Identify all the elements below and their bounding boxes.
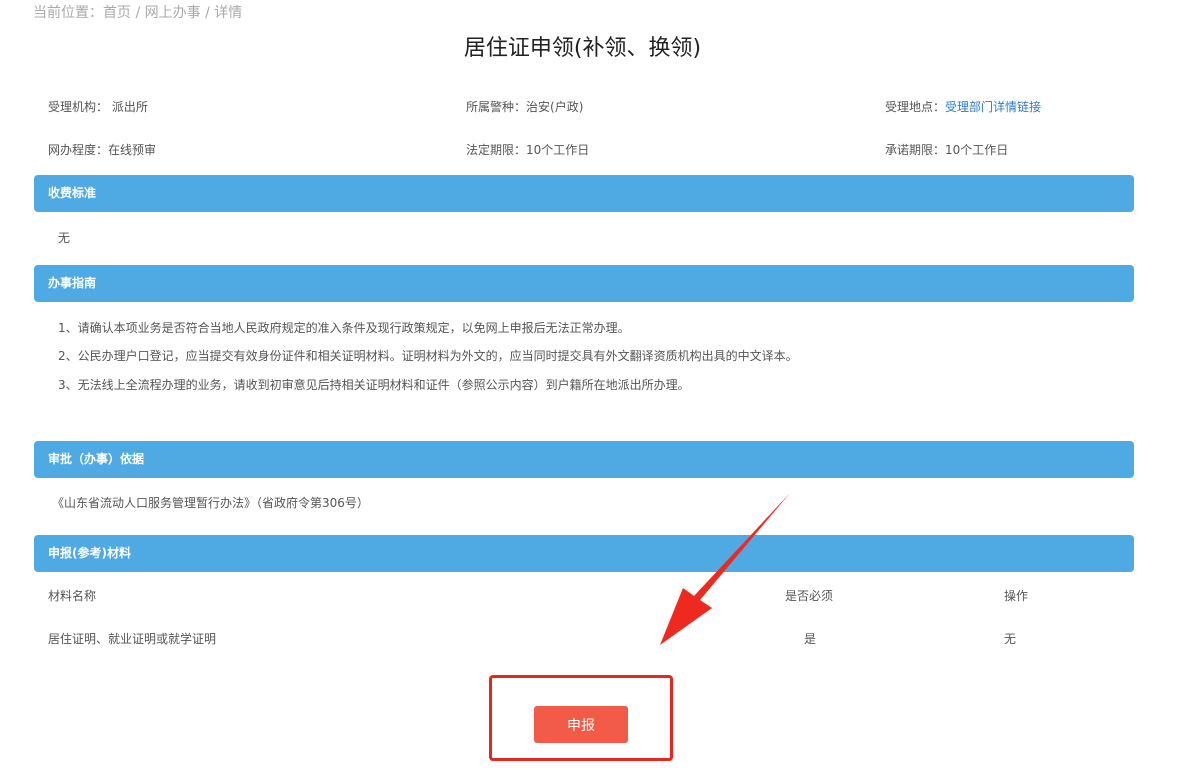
- arrow-annotation: [660, 493, 790, 645]
